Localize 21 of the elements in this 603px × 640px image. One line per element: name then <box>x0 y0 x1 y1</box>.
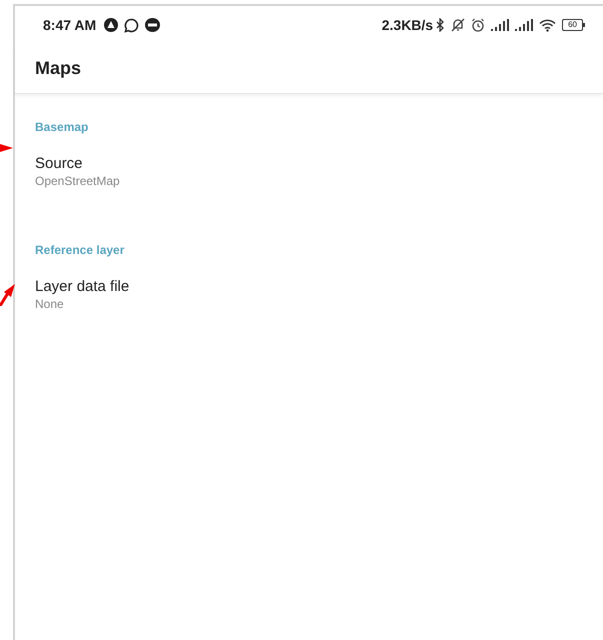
screen-title: Maps <box>35 57 82 80</box>
preference-summary: OpenStreetMap <box>35 174 120 189</box>
network-speed: 2.3KB/s <box>382 16 434 34</box>
muted-bell-icon <box>451 18 466 32</box>
battery-icon: 60 <box>562 19 585 31</box>
annotation-arrow <box>0 141 13 155</box>
bluetooth-icon <box>436 18 446 32</box>
alarm-clock-icon <box>471 18 486 32</box>
app-notification-icon <box>104 18 118 32</box>
circle-badge-icon <box>145 18 160 32</box>
signal-icon <box>515 19 534 31</box>
section-header: Basemap <box>34 119 90 136</box>
preference-title[interactable]: Layer data file <box>35 277 130 297</box>
preference-summary: None <box>35 297 64 312</box>
section-header: Reference layer <box>34 242 126 259</box>
annotation-arrow <box>0 284 15 306</box>
status-time: 8:47 AM <box>43 16 96 34</box>
chat-bubble-icon <box>124 18 140 32</box>
signal-icon <box>491 19 510 31</box>
wifi-icon <box>539 18 556 32</box>
preference-title[interactable]: Source <box>35 154 83 174</box>
